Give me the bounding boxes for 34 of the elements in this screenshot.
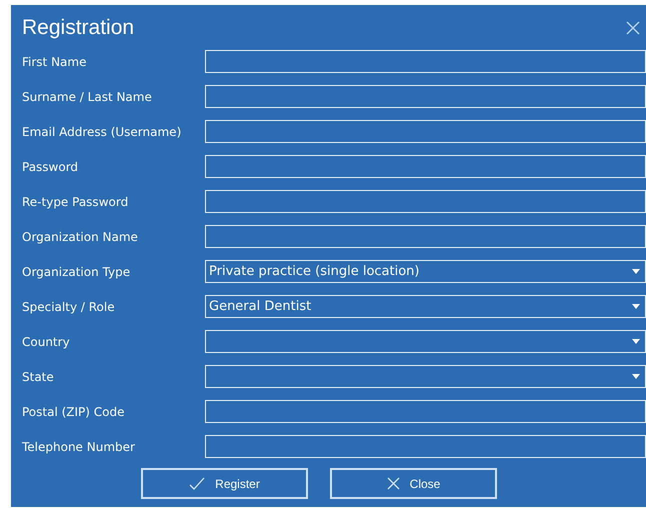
close-button[interactable]: Close [330, 468, 497, 499]
dropdown-field[interactable]: General Dentist [205, 295, 646, 318]
dropdown-field[interactable] [205, 330, 646, 353]
text-field[interactable] [205, 50, 646, 73]
text-field[interactable] [205, 225, 646, 248]
text-field[interactable] [205, 400, 646, 423]
field-label: Telephone Number [22, 438, 136, 456]
dropdown-field[interactable] [205, 365, 646, 388]
dropdown-field[interactable]: Private practice (single location) [205, 260, 646, 283]
text-field[interactable] [205, 435, 646, 458]
close-icon [386, 477, 400, 490]
text-field[interactable] [205, 85, 646, 108]
dropdown-arrow-icon [632, 374, 640, 379]
field-label: Surname / Last Name [22, 88, 153, 106]
field-label: Postal (ZIP) Code [22, 404, 126, 420]
window-title: Registration [22, 14, 134, 41]
field-label: Specialty / Role [22, 298, 116, 316]
field-label: Email Address (Username) [22, 124, 182, 140]
check-icon [189, 476, 206, 490]
field-label: Re-type Password [22, 194, 130, 210]
field-label: Organization Type [22, 264, 132, 280]
close-icon[interactable] [626, 20, 640, 34]
field-label: Organization Name [22, 228, 139, 246]
text-field[interactable] [205, 155, 646, 178]
field-label: State [22, 368, 55, 386]
field-label: Password [22, 158, 80, 176]
field-label: First Name [22, 54, 88, 70]
text-field[interactable] [205, 120, 646, 143]
dropdown-arrow-icon [632, 304, 640, 309]
dropdown-arrow-icon [632, 339, 640, 344]
text-field[interactable] [205, 190, 646, 213]
field-label: Country [22, 334, 71, 350]
register-button[interactable]: Register [141, 468, 308, 499]
dropdown-arrow-icon [632, 269, 640, 274]
